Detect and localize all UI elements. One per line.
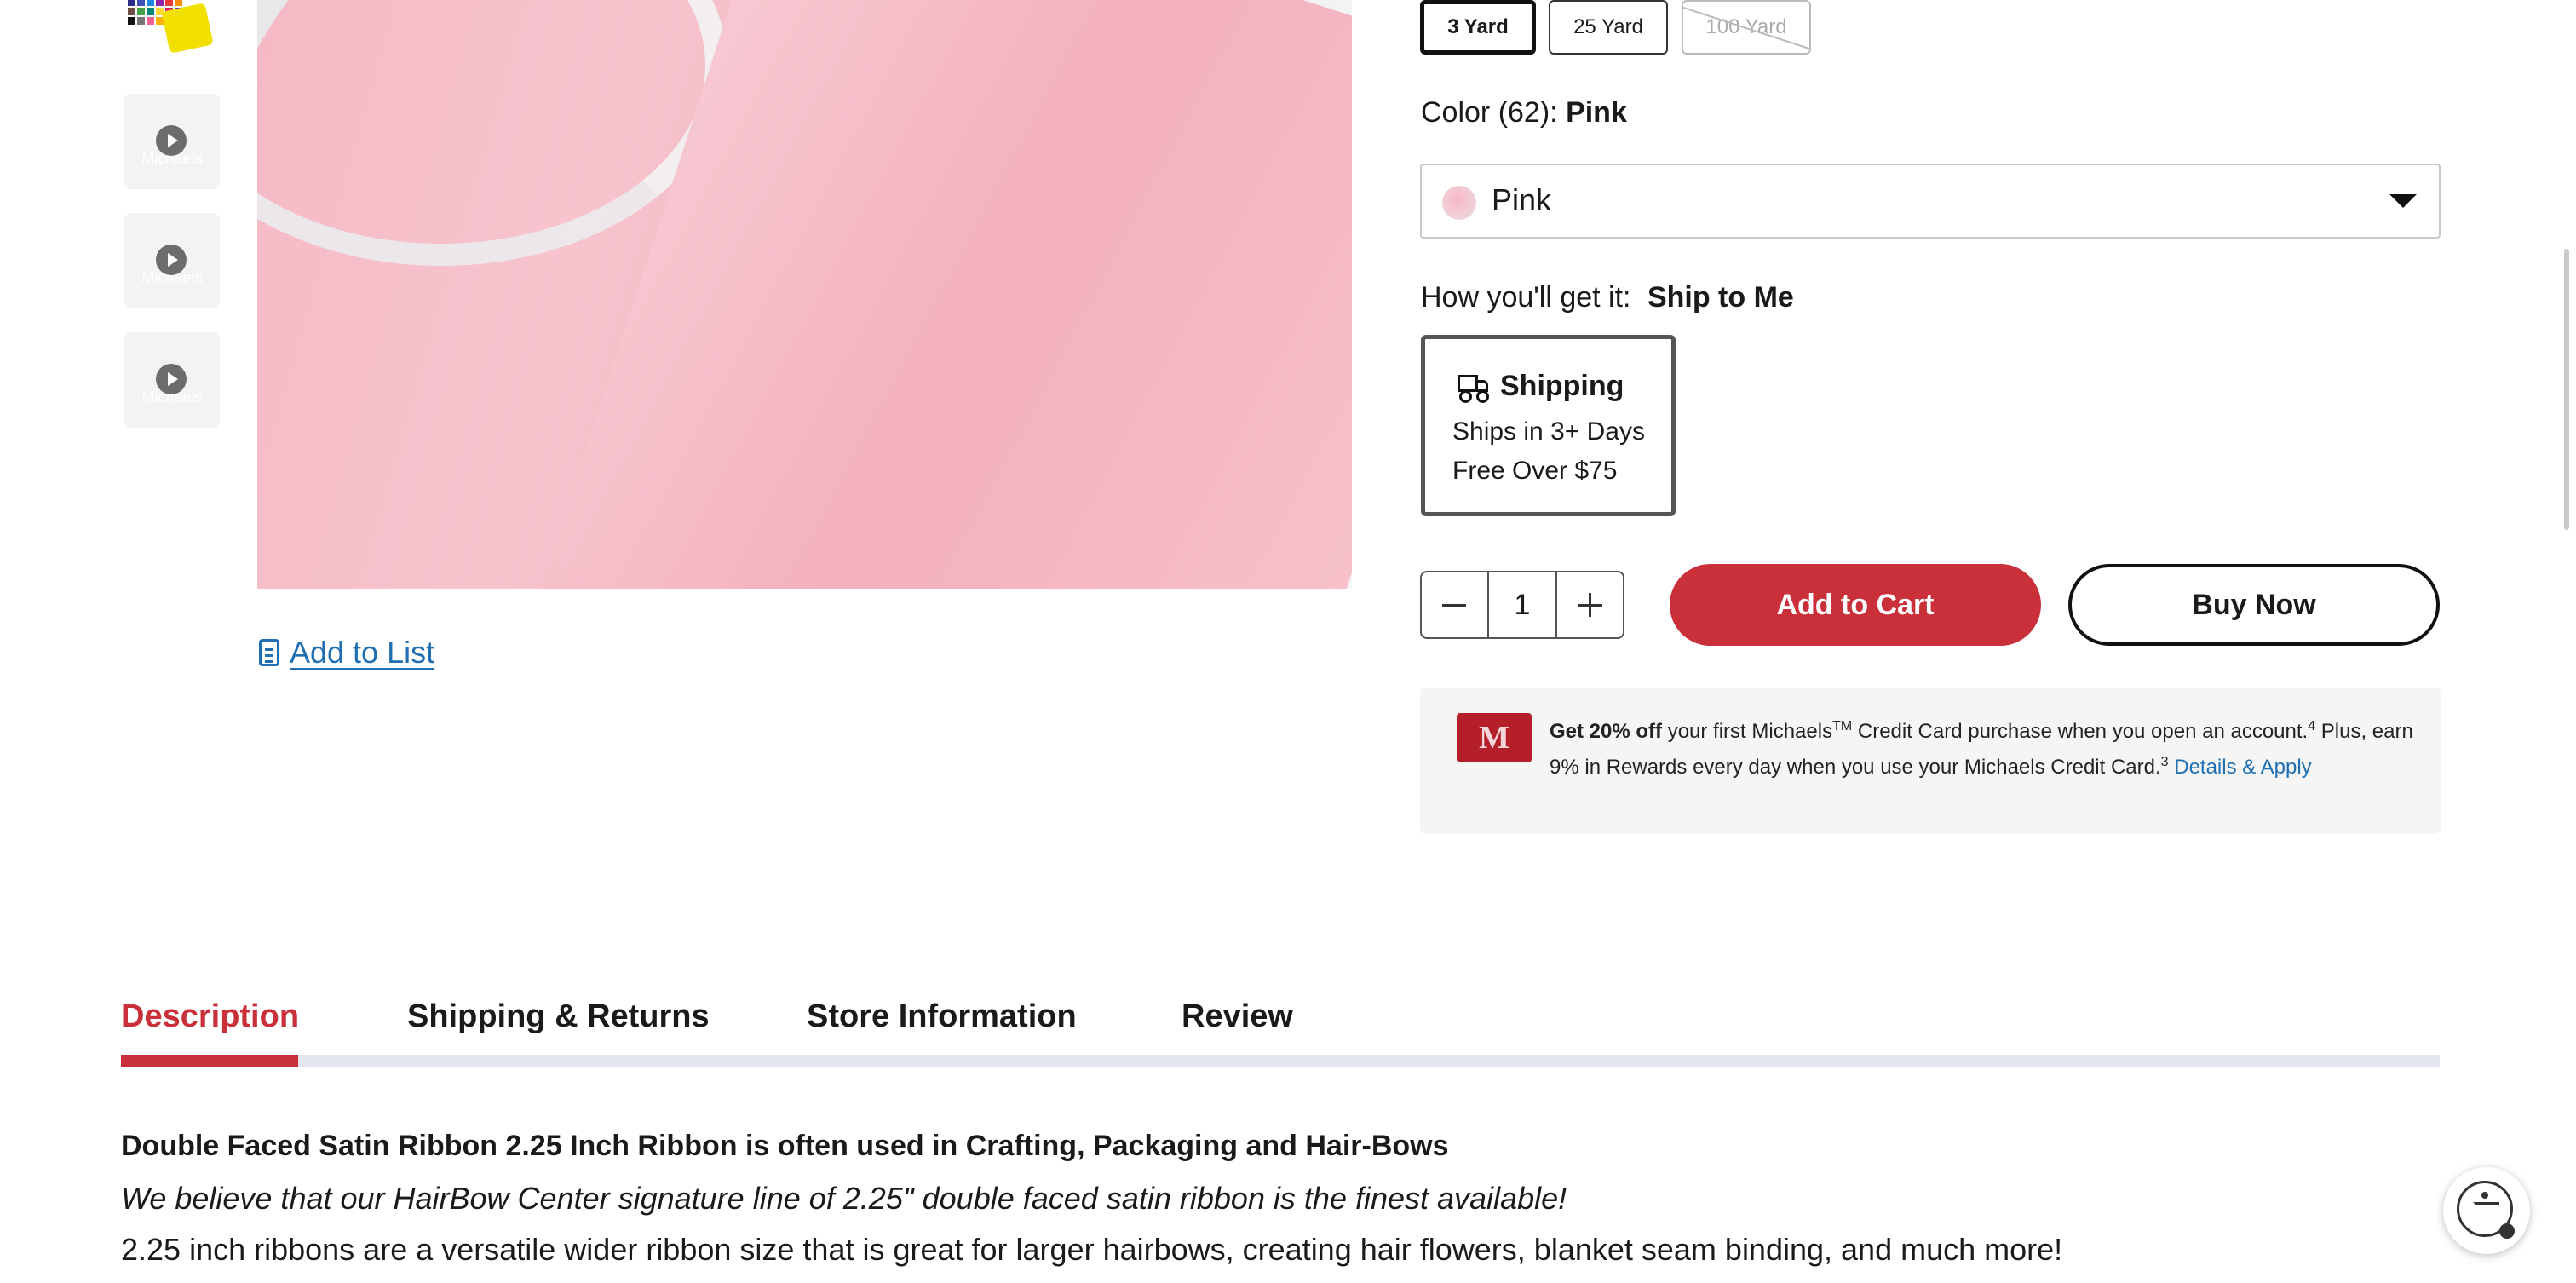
- swatch-chip: [165, 0, 173, 6]
- tab-description[interactable]: Description: [121, 998, 299, 1035]
- add-to-list-label: Add to List: [290, 635, 435, 670]
- color-swatch-icon: [1442, 186, 1476, 220]
- thumbnail-swatches[interactable]: [124, 0, 220, 72]
- fulfillment-value: Ship to Me: [1647, 281, 1794, 314]
- color-count-label: Color (62):: [1421, 96, 1558, 129]
- swatch-chip: [147, 17, 154, 25]
- color-label: Color (62): Pink: [1421, 96, 1627, 129]
- product-main-image[interactable]: [257, 0, 1352, 589]
- description-tagline: We believe that our HairBow Center signa…: [121, 1181, 1567, 1216]
- list-icon: [259, 639, 279, 666]
- promo-text: Get 20% off your first MichaelsTM Credit…: [1550, 711, 2418, 783]
- thumbnail-video-1[interactable]: Michaels: [124, 94, 220, 189]
- description-paragraph: 2.25 inch ribbons are a versatile wider …: [121, 1232, 2063, 1267]
- color-value: Pink: [1566, 96, 1627, 129]
- swatch-chip: [156, 0, 164, 6]
- promo-text-2: Credit Card purchase when you open an ac…: [1852, 720, 2309, 743]
- accessibility-badge-icon: [2499, 1223, 2515, 1239]
- shipping-free-threshold: Free Over $75: [1452, 457, 1618, 485]
- play-icon: [156, 364, 187, 394]
- color-select[interactable]: Pink: [1420, 164, 2441, 239]
- swatch-chip: [137, 8, 145, 15]
- quantity-input[interactable]: 1: [1486, 572, 1558, 637]
- shipping-title: Shipping: [1452, 370, 1624, 403]
- page-scrollbar[interactable]: [2564, 249, 2569, 530]
- size-option-3-yard[interactable]: 3 Yard: [1420, 0, 1536, 55]
- promo-footnote-4: 4: [2308, 719, 2316, 734]
- swatch-chip: [137, 0, 145, 6]
- size-label: 25 Yard: [1573, 15, 1643, 38]
- size-option-25-yard[interactable]: 25 Yard: [1549, 0, 1668, 55]
- fulfillment-label: How you'll get it: Ship to Me: [1421, 281, 1794, 314]
- size-label: 3 Yard: [1447, 15, 1509, 38]
- truck-icon: [1452, 373, 1490, 403]
- thumbnail-video-3[interactable]: Michaels: [124, 332, 220, 428]
- tab-track: [121, 1055, 2440, 1067]
- fulfillment-question: How you'll get it:: [1421, 281, 1631, 314]
- swatch-chip: [147, 8, 154, 15]
- promo-bold: Get 20% off: [1550, 720, 1663, 743]
- promo-footnote-3: 3: [2160, 755, 2169, 769]
- tab-store-information[interactable]: Store Information: [807, 998, 1077, 1035]
- swatch-chip: [147, 0, 154, 6]
- swatch-chip: [128, 17, 135, 25]
- accessibility-button[interactable]: [2443, 1167, 2530, 1254]
- swatch-chip: [128, 0, 135, 6]
- chevron-down-icon: [2389, 194, 2417, 208]
- product-tabs: Description Shipping & Returns Store Inf…: [121, 998, 2440, 1067]
- tab-review[interactable]: Review: [1182, 998, 1293, 1035]
- shipping-eta: Ships in 3+ Days: [1452, 417, 1645, 446]
- play-icon: [156, 245, 187, 275]
- swatch-chip: [137, 17, 145, 25]
- tab-shipping-returns[interactable]: Shipping & Returns: [407, 998, 710, 1035]
- shipping-option-card[interactable]: Shipping Ships in 3+ Days Free Over $75: [1421, 335, 1676, 516]
- details-apply-link[interactable]: Details & Apply: [2174, 756, 2311, 779]
- quantity-decrease-button[interactable]: [1422, 572, 1487, 637]
- shipping-title-text: Shipping: [1500, 370, 1624, 402]
- play-icon: [156, 125, 187, 156]
- credit-card-promo: M Get 20% off your first MichaelsTM Cred…: [1420, 688, 2441, 834]
- description-heading: Double Faced Satin Ribbon 2.25 Inch Ribb…: [121, 1130, 1449, 1162]
- thumbnail-video-2[interactable]: Michaels: [124, 213, 220, 308]
- quantity-stepper: 1: [1420, 571, 1624, 639]
- add-to-list-link[interactable]: Add to List: [259, 635, 434, 670]
- size-option-100-yard[interactable]: 100 Yard: [1682, 0, 1811, 55]
- size-label: 100 Yard: [1705, 15, 1787, 38]
- color-select-value: Pink: [1492, 182, 1552, 217]
- michaels-credit-card-image: M: [1457, 713, 1532, 762]
- quantity-increase-button[interactable]: [1557, 572, 1623, 637]
- active-tab-indicator: [121, 1055, 298, 1067]
- add-to-cart-button[interactable]: Add to Cart: [1670, 564, 2041, 646]
- promo-text-1: your first Michaels: [1662, 720, 1833, 743]
- promo-tm: TM: [1832, 719, 1853, 734]
- swatch-chip: [128, 8, 135, 15]
- yellow-ribbon-image: [161, 3, 214, 54]
- swatch-chip: [175, 0, 182, 6]
- buy-now-button[interactable]: Buy Now: [2068, 564, 2440, 646]
